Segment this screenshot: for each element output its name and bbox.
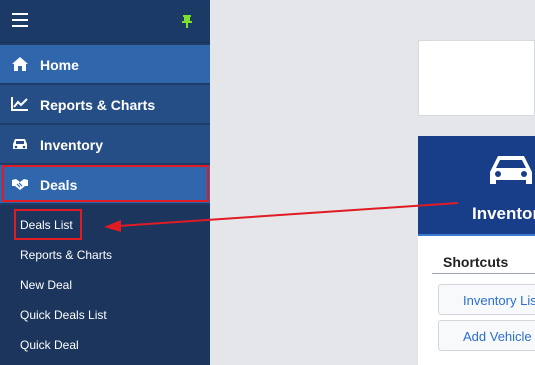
submenu-item-quick-deals-list[interactable]: Quick Deals List: [20, 308, 107, 322]
sidebar-item-home[interactable]: Home: [0, 45, 210, 84]
sidebar-item-label: Home: [40, 57, 79, 73]
sidebar-item-label: Reports & Charts: [40, 97, 156, 113]
sidebar-header: [0, 0, 210, 43]
sidebar-item-label: Inventory: [40, 137, 104, 153]
hamburger-menu-icon[interactable]: [12, 13, 28, 27]
inventory-panel-header: Inventory: [418, 136, 535, 236]
submenu-item-new-deal[interactable]: New Deal: [20, 278, 72, 292]
chart-line-icon: [11, 97, 28, 111]
inventory-panel: Inventory Shortcuts Inventory List Add V…: [418, 136, 535, 365]
top-card: [418, 40, 535, 116]
car-icon: [13, 139, 27, 149]
submenu-item-quick-deal[interactable]: Quick Deal: [20, 338, 79, 352]
sidebar-item-reports-charts[interactable]: Reports & Charts: [0, 85, 210, 124]
deals-list-highlight-box: [14, 209, 82, 240]
inventory-panel-title: Inventory: [472, 204, 535, 223]
sidebar-item-inventory[interactable]: Inventory: [0, 125, 210, 164]
home-icon: [12, 57, 28, 71]
pin-icon[interactable]: [180, 14, 194, 28]
shortcuts-heading: Shortcuts: [443, 254, 509, 270]
car-icon: [490, 156, 532, 184]
shortcuts-divider: [432, 273, 535, 274]
shortcut-add-vehicle-button[interactable]: Add Vehicle: [438, 320, 535, 351]
submenu-item-reports-charts[interactable]: Reports & Charts: [20, 248, 112, 262]
deals-highlight-box: [2, 165, 209, 202]
shortcut-inventory-list-button[interactable]: Inventory List: [438, 284, 535, 315]
